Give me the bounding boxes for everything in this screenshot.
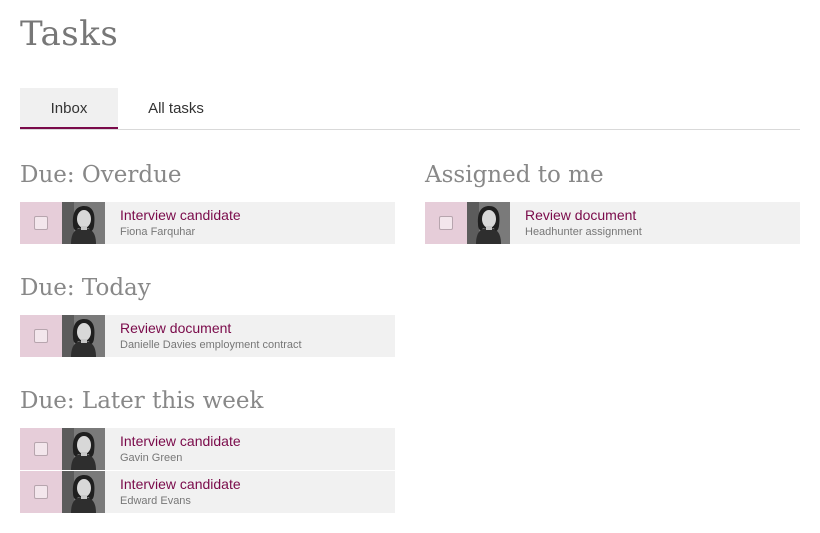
task-column-right: Assigned to me Review document Headhunte… [425, 150, 800, 245]
task-row[interactable]: Review document Headhunter assignment [425, 202, 800, 244]
checkbox-cell [20, 202, 62, 244]
task-text: Interview candidate Gavin Green [105, 428, 241, 470]
task-text: Interview candidate Edward Evans [105, 471, 241, 513]
task-subtitle: Gavin Green [120, 452, 183, 464]
section-assigned-to-me: Assigned to me Review document Headhunte… [425, 150, 800, 244]
tab-all-tasks[interactable]: All tasks [118, 88, 234, 129]
task-title-link[interactable]: Interview candidate [120, 207, 241, 224]
task-row[interactable]: Review document Danielle Davies employme… [20, 315, 395, 357]
checkbox-icon[interactable] [34, 216, 48, 230]
section-heading: Due: Today [20, 275, 151, 301]
task-title-link[interactable]: Review document [525, 207, 642, 224]
tab-bar: Inbox All tasks [20, 88, 800, 130]
checkbox-icon[interactable] [439, 216, 453, 230]
section-later-this-week: Due: Later this week Interview candidate… [20, 376, 395, 513]
task-subtitle: Danielle Davies employment contract [120, 339, 302, 351]
task-title-link[interactable]: Interview candidate [120, 433, 241, 450]
task-title-link[interactable]: Interview candidate [120, 476, 241, 493]
checkbox-cell [425, 202, 467, 244]
checkbox-cell [20, 315, 62, 357]
section-heading: Assigned to me [425, 162, 604, 188]
avatar [62, 428, 105, 470]
section-heading: Due: Later this week [20, 388, 264, 414]
section-heading: Due: Overdue [20, 162, 182, 188]
task-row[interactable]: Interview candidate Edward Evans [20, 471, 395, 513]
avatar [62, 202, 105, 244]
task-text: Review document Danielle Davies employme… [105, 315, 302, 357]
task-row[interactable]: Interview candidate Fiona Farquhar [20, 202, 395, 244]
section-today: Due: Today Review document Danielle Davi… [20, 263, 395, 357]
checkbox-icon[interactable] [34, 485, 48, 499]
checkbox-cell [20, 471, 62, 513]
checkbox-icon[interactable] [34, 329, 48, 343]
task-row[interactable]: Interview candidate Gavin Green [20, 428, 395, 470]
task-subtitle: Fiona Farquhar [120, 226, 196, 238]
task-subtitle: Headhunter assignment [525, 226, 642, 238]
checkbox-cell [20, 428, 62, 470]
task-subtitle: Edward Evans [120, 495, 191, 507]
avatar [62, 471, 105, 513]
task-text: Interview candidate Fiona Farquhar [105, 202, 241, 244]
section-overdue: Due: Overdue Interview candidate Fiona F… [20, 150, 395, 244]
task-text: Review document Headhunter assignment [510, 202, 642, 244]
tab-inbox[interactable]: Inbox [20, 88, 118, 129]
avatar [62, 315, 105, 357]
avatar [467, 202, 510, 244]
checkbox-icon[interactable] [34, 442, 48, 456]
task-column-left: Due: Overdue Interview candidate Fiona F… [20, 150, 395, 514]
task-title-link[interactable]: Review document [120, 320, 302, 337]
page-title: Tasks [20, 14, 119, 54]
